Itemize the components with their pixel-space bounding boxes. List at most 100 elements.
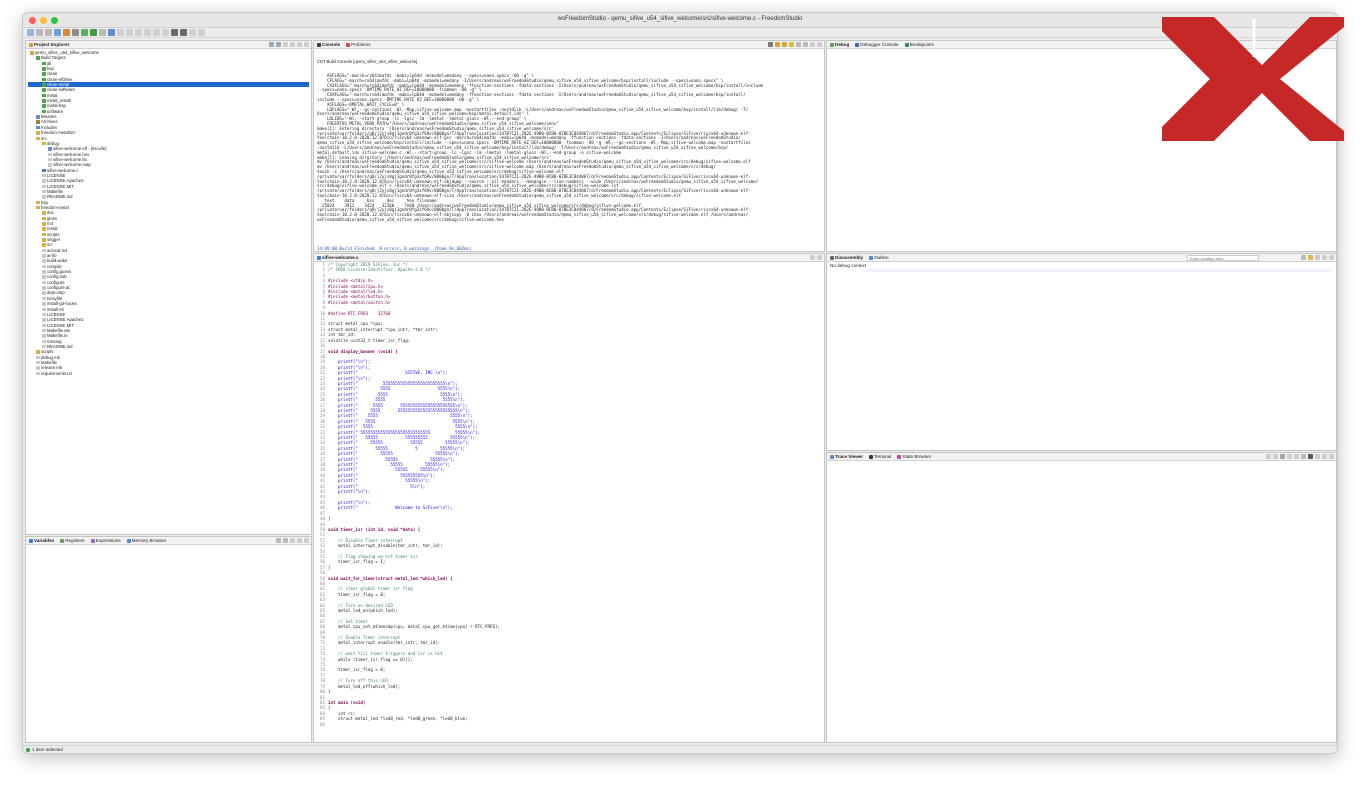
file-icon [36, 355, 40, 360]
tab-trace-viewer[interactable]: Trace Viewer [830, 454, 863, 459]
tree-item-label: compile [47, 263, 62, 269]
terminate-icon[interactable] [162, 29, 169, 36]
step-into-icon[interactable] [117, 29, 124, 36]
suspend-icon[interactable] [153, 29, 160, 36]
tab-expressions[interactable]: Expressions [90, 538, 121, 543]
target-icon [42, 109, 46, 114]
file-icon [42, 280, 46, 285]
location-input[interactable] [1187, 255, 1259, 261]
trace-tool-icon[interactable] [1266, 454, 1271, 459]
tab-variables[interactable]: Variables [29, 538, 54, 543]
settings-icon[interactable] [72, 29, 79, 36]
display-console-icon[interactable] [796, 42, 801, 47]
view-menu-icon[interactable] [1315, 255, 1320, 260]
project-tree: qemu_sifive_u54_sifive_welcome Build Targ… [26, 49, 311, 377]
trace-tool-icon[interactable] [1301, 454, 1306, 459]
hammer-icon[interactable] [63, 29, 70, 36]
forward-icon[interactable] [198, 29, 205, 36]
folder-icon [36, 350, 40, 354]
show-types-icon[interactable] [283, 538, 288, 543]
trace-tool-icon[interactable] [1294, 454, 1299, 459]
folder-icon [36, 200, 40, 205]
tab-terminal[interactable]: Terminal [869, 454, 891, 459]
tree-item-label: sifive-welcome.c [47, 167, 79, 173]
link-icon[interactable] [1308, 255, 1313, 260]
tree-item-label: install-git-hooks [47, 301, 77, 307]
file-icon [42, 302, 46, 306]
maximize-icon[interactable] [817, 255, 822, 260]
minimize-icon[interactable] [810, 255, 815, 260]
trace-tool-icon[interactable] [1287, 454, 1292, 459]
minimize-icon[interactable] [1322, 255, 1327, 260]
collapse-all-icon[interactable] [276, 538, 281, 543]
step-return-icon[interactable] [135, 29, 142, 36]
link-editor-icon[interactable] [276, 42, 281, 47]
resume-icon[interactable] [144, 29, 151, 36]
save-icon[interactable] [36, 29, 43, 36]
tab-disassembly[interactable]: Disassembly [830, 255, 863, 260]
code-text: metal_led_off(which_led); [328, 683, 401, 689]
chip-icon[interactable] [171, 29, 178, 36]
trace-tool-icon[interactable] [1273, 454, 1278, 459]
tree-item-label: LICENSE.Apache2 [47, 178, 84, 184]
maximize-icon[interactable] [304, 538, 309, 543]
tab-project-explorer[interactable]: Project Explorer [29, 42, 70, 47]
word-wrap-icon[interactable] [782, 42, 787, 47]
minimize-icon[interactable] [810, 42, 815, 47]
pin-console-icon[interactable] [789, 42, 794, 47]
tab-state-browser[interactable]: State Browser [897, 454, 931, 459]
scroll-lock-icon[interactable] [775, 42, 780, 47]
maximize-icon[interactable] [304, 42, 309, 47]
code-editor[interactable]: 1/* Copyright 2019 SiFive, Inc */2/* SPD… [314, 262, 824, 727]
view-menu-icon[interactable] [1315, 454, 1320, 459]
tab-memory-browser[interactable]: Memory Browser [126, 538, 166, 543]
back-icon[interactable] [189, 29, 196, 36]
new-icon[interactable] [27, 29, 34, 36]
file-icon [48, 163, 52, 167]
board-icon[interactable] [180, 29, 187, 36]
tab-console[interactable]: Console [317, 42, 340, 47]
tree-item[interactable]: requirements.txt [28, 371, 309, 376]
search-icon[interactable] [99, 29, 106, 36]
run-icon[interactable] [90, 29, 97, 36]
console-output: CDT Build Console [qemu_sifive_u54_sifiv… [314, 49, 824, 251]
maximize-icon[interactable] [1329, 454, 1334, 459]
maximize-icon[interactable] [1329, 255, 1334, 260]
save-all-icon[interactable] [45, 29, 52, 36]
tab-label: Disassembly [835, 255, 864, 260]
tree-item-label: Build Targets [41, 55, 66, 61]
folder-icon [42, 141, 46, 146]
tab-problems[interactable]: Problems [346, 42, 371, 47]
code-text: } [328, 564, 331, 570]
maximize-icon[interactable] [817, 42, 822, 47]
status-bar: 1 item selected [23, 745, 1337, 753]
tab-debug[interactable]: Debug [830, 42, 849, 47]
view-menu-icon[interactable] [290, 42, 295, 47]
variables-panel: Variables Registers Expressions Memory B… [25, 536, 312, 743]
filter-icon[interactable] [283, 42, 288, 47]
collapse-all-icon[interactable] [269, 42, 274, 47]
step-over-icon[interactable] [126, 29, 133, 36]
refresh-icon[interactable] [1301, 255, 1306, 260]
tab-breakpoints[interactable]: Breakpoints [904, 42, 934, 47]
terminal-icon[interactable] [108, 29, 115, 36]
debug-icon[interactable] [81, 29, 88, 36]
tab-sifive-welcome-c[interactable]: sifive-welcome.c [317, 255, 359, 260]
build-icon[interactable] [54, 29, 61, 36]
view-menu-icon[interactable] [290, 538, 295, 543]
tab-debugger-console[interactable]: Debugger Console [855, 42, 899, 47]
minimize-icon[interactable] [297, 538, 302, 543]
file-icon [36, 366, 40, 370]
clear-console-icon[interactable] [768, 42, 773, 47]
console-icon [855, 42, 860, 47]
minimize-icon[interactable] [297, 42, 302, 47]
tab-registers[interactable]: Registers [60, 538, 85, 543]
open-console-icon[interactable] [803, 42, 808, 47]
code-text: } [328, 689, 331, 695]
minimize-icon[interactable] [1322, 454, 1327, 459]
trace-tool-icon[interactable] [1280, 454, 1285, 459]
disassembly-panel: Disassembly Outline No debug context [826, 253, 1337, 451]
tab-outline[interactable]: Outline [869, 255, 889, 260]
disassembly-tabbar: Disassembly Outline [827, 254, 1336, 262]
trace-tool-icon[interactable] [1308, 454, 1313, 459]
